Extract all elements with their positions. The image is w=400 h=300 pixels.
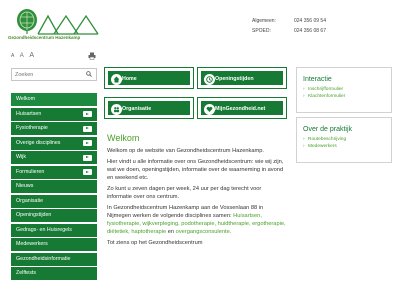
- heart-icon: [204, 103, 215, 115]
- sidebar-item-overige-disciplines[interactable]: Overige disciplines: [11, 136, 97, 150]
- font-size-large[interactable]: A: [29, 52, 34, 59]
- logo-text: Gezondheidscentrum Hazenkamp: [8, 35, 81, 40]
- sidebar-item-gezondheidsinformatie[interactable]: Gezondheidsinformatie: [11, 252, 97, 266]
- sidebar-item-medewerkers[interactable]: Medewerkers: [11, 238, 97, 251]
- phone-general: Algemeen: 024 356 09 54: [252, 18, 326, 24]
- sidebar-item-nieuws[interactable]: Nieuws: [11, 180, 97, 193]
- expand-arrow-icon[interactable]: [83, 154, 92, 161]
- link-medewerkers[interactable]: Medewerkers: [303, 144, 385, 151]
- closing-paragraph: Tot ziens op het Gezondheidscentrum: [107, 240, 203, 246]
- search-icon: [86, 70, 92, 79]
- font-size-selector: A A A: [11, 52, 38, 59]
- overgangsconsulente-link[interactable]: overgangsconsulente.: [176, 229, 232, 235]
- expand-arrow-icon[interactable]: [83, 125, 92, 132]
- main-content: Welkom Welkom op de website van Gezondhe…: [107, 133, 287, 250]
- phone-numbers: Algemeen: 024 356 09 54 SPOED: 024 356 08 …: [252, 16, 326, 36]
- sidebar-item-organisatie[interactable]: Organisatie: [11, 194, 97, 208]
- sidebar-item-huisartsen[interactable]: Huisartsen: [11, 107, 97, 121]
- organization-icon: [111, 103, 122, 115]
- logo-graphic: [17, 9, 99, 35]
- sidebar-item-huisregels[interactable]: Gedrags- en Huisregels: [11, 223, 97, 237]
- link-klachtenformulier[interactable]: Klachtenformulier: [303, 94, 385, 101]
- sidebar-item-zelftests[interactable]: Zelftests: [11, 267, 97, 280]
- sidebar-item-formulieren[interactable]: Formulieren: [11, 165, 97, 179]
- search-button[interactable]: [82, 69, 96, 80]
- page-title: Welkom: [107, 133, 140, 143]
- expand-arrow-icon[interactable]: [83, 140, 92, 146]
- sidebar-item-openingstijden[interactable]: Openingstijden: [11, 209, 97, 222]
- interactie-box: Interactie Inschrijfformulier Klachtenfo…: [296, 67, 392, 113]
- praktijk-box: Over de praktijk Routebeschrijving Medew…: [296, 117, 392, 163]
- font-size-small[interactable]: A: [11, 53, 14, 59]
- clock-icon: [204, 73, 215, 85]
- print-icon[interactable]: [88, 52, 96, 60]
- tile-organisatie[interactable]: Organisatie: [104, 97, 194, 119]
- search-input[interactable]: [12, 69, 80, 80]
- home-icon: [111, 73, 122, 85]
- sidebar-item-wijk[interactable]: Wijk: [11, 151, 97, 164]
- tile-home[interactable]: Home: [104, 67, 194, 89]
- search-box: [11, 68, 97, 81]
- font-size-medium[interactable]: A: [20, 53, 24, 59]
- sidebar-item-welkom[interactable]: Welkom: [11, 93, 97, 106]
- disciplines-paragraph: In Gezondheidscentrum Hazenkamp aan de V…: [107, 205, 286, 235]
- interactie-title: Interactie: [303, 76, 332, 83]
- sidebar-item-fysiotherapie[interactable]: Fysiotherapie: [11, 122, 97, 135]
- info-paragraph: Hier vindt u alle informatie over ons Ge…: [107, 159, 284, 181]
- expand-arrow-icon[interactable]: [83, 169, 92, 175]
- tile-openingstijden[interactable]: Openingstijden: [197, 67, 287, 89]
- tile-mijngezondheid[interactable]: MijnGezondheid.net: [197, 97, 287, 119]
- sidebar-nav: Welkom Huisartsen Fysiotherapie Overige …: [11, 93, 97, 282]
- praktijk-title: Over de praktijk: [303, 126, 353, 133]
- expand-arrow-icon[interactable]: [83, 111, 92, 117]
- intro-paragraph: Welkom op de website van Gezondheidscent…: [107, 148, 265, 154]
- header: Gezondheidscentrum Hazenkamp Algemeen: 02…: [0, 0, 400, 48]
- phone-emergency: SPOED: 024 356 08 67: [252, 28, 326, 34]
- logo[interactable]: Gezondheidscentrum Hazenkamp: [8, 8, 100, 42]
- availability-paragraph: Zo kunt u zeven dagen per week, 24 uur p…: [107, 186, 262, 200]
